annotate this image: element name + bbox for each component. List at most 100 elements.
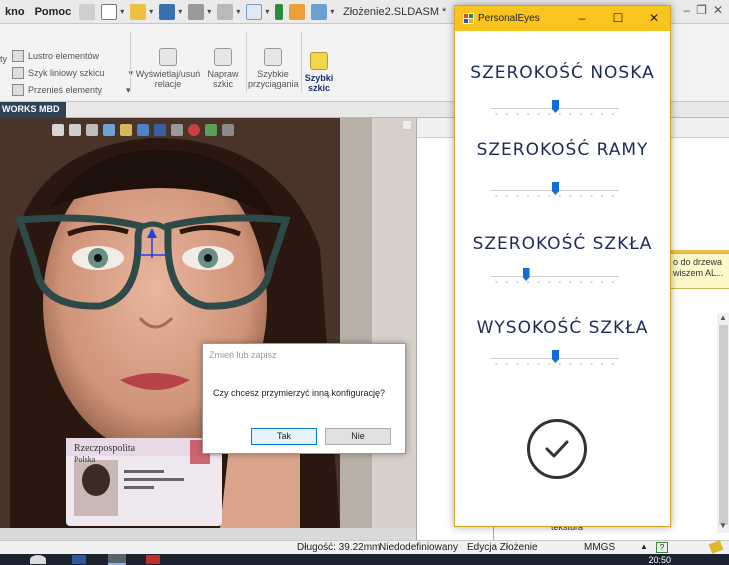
rapid-sketch-icon	[310, 52, 328, 70]
os-taskbar: 20:50	[0, 554, 729, 565]
view-orientation-icon[interactable]	[137, 124, 149, 136]
lens-height-slider[interactable]	[491, 350, 619, 368]
options-icon[interactable]	[311, 3, 328, 20]
status-bar: Długość: 39.22mm Niedodefiniowany Edycja…	[0, 540, 729, 554]
confirm-button[interactable]	[527, 419, 587, 479]
frame-width-slider[interactable]	[491, 182, 619, 200]
browser-icon[interactable]	[30, 555, 46, 564]
help-icon[interactable]: ?	[656, 542, 668, 553]
chevron-down-icon[interactable]: ▾	[120, 7, 124, 16]
viewport-expand-icon[interactable]	[402, 120, 412, 130]
yes-button[interactable]: Tak	[251, 428, 317, 445]
window-title: PersonalEyes	[478, 13, 540, 24]
close-icon[interactable]: ✕	[639, 9, 669, 27]
undo-icon[interactable]	[217, 3, 234, 20]
traffic-light-icon[interactable]	[275, 3, 284, 20]
quick-snaps-button[interactable]: Szybkie przyciągania	[248, 48, 299, 89]
ribbon-side-label: ty	[0, 54, 8, 64]
slider-ticks	[491, 362, 619, 366]
hide-show-icon[interactable]	[171, 124, 183, 136]
chevron-down-icon[interactable]: ▾	[207, 7, 211, 16]
chevron-up-icon[interactable]: ▲	[640, 542, 648, 551]
print-icon[interactable]	[188, 3, 205, 20]
lens-height-label: WYSOKOŚĆ SZKŁA	[476, 318, 649, 338]
heads-up-toolbar	[52, 124, 234, 136]
chevron-down-icon[interactable]: ▾	[178, 7, 182, 16]
close-icon[interactable]: ✕	[713, 3, 723, 17]
no-button[interactable]: Nie	[325, 428, 391, 445]
chevron-down-icon[interactable]: ▾	[149, 7, 153, 16]
display-relations-button[interactable]: Wyświetlaj/usuń relacje	[134, 48, 202, 89]
status-definition-state: Niedodefiniowany	[379, 542, 458, 553]
view-settings-icon[interactable]	[222, 124, 234, 136]
bridge-width-slider[interactable]	[491, 100, 619, 118]
ribbon-divider	[246, 32, 247, 92]
minimize-icon[interactable]: –	[567, 9, 597, 27]
ribbon-divider	[130, 32, 131, 92]
scroll-up-icon[interactable]: ▲	[719, 313, 727, 322]
scene-icon[interactable]	[205, 124, 217, 136]
restore-icon[interactable]: ❐	[696, 3, 707, 17]
menu-item-help[interactable]: Pomoc	[30, 6, 77, 18]
explorer-icon[interactable]	[72, 555, 86, 564]
chevron-down-icon[interactable]: ▾	[330, 7, 334, 16]
zoom-area-icon[interactable]	[69, 124, 81, 136]
pin-icon[interactable]	[79, 3, 96, 20]
status-edit-mode: Edycja Złożenie	[467, 542, 538, 553]
move-entities-icon	[12, 84, 24, 96]
maximize-icon[interactable]: ☐	[603, 9, 633, 27]
button-label: Napraw szkic	[207, 69, 239, 89]
zoom-to-fit-icon[interactable]	[52, 124, 64, 136]
menu-item-window[interactable]: kno	[0, 6, 30, 18]
status-units[interactable]: MMGS	[584, 542, 615, 553]
appearance-icon[interactable]	[188, 124, 200, 136]
chevron-down-icon[interactable]: ▾	[236, 7, 240, 16]
file-properties-icon[interactable]	[289, 3, 306, 20]
check-icon	[545, 440, 569, 458]
quick-snaps-icon	[264, 48, 282, 66]
ribbon-linear-pattern[interactable]: Szyk liniowy szkicu ▾	[12, 67, 133, 79]
document-title: Złożenie2.SLDASM *	[343, 6, 447, 18]
personaleyes-window: PersonalEyes – ☐ ✕ SZEROKOŚĆ NOSKA SZERO…	[454, 5, 671, 527]
new-document-icon[interactable]	[101, 3, 118, 20]
app-window-controls: – ❐ ✕	[683, 3, 723, 17]
status-length: Długość: 39.22mm	[297, 542, 381, 553]
dynamic-annotation-icon[interactable]	[120, 124, 132, 136]
button-label: Wyświetlaj/usuń relacje	[135, 69, 201, 89]
select-cursor-icon[interactable]	[246, 3, 263, 20]
rapid-sketch-button[interactable]: Szybki szkic	[304, 52, 334, 93]
save-icon[interactable]	[159, 3, 176, 20]
slider-ticks	[491, 194, 619, 198]
repair-sketch-button[interactable]: Napraw szkic	[204, 48, 242, 89]
open-folder-icon[interactable]	[130, 3, 147, 20]
scrollbar-thumb[interactable]	[719, 325, 728, 525]
button-label: Szybkie przyciągania	[248, 69, 299, 89]
previous-view-icon[interactable]	[86, 124, 98, 136]
lens-width-slider[interactable]	[491, 268, 619, 286]
ribbon-row-label: Szyk liniowy szkicu	[28, 68, 105, 78]
tab-mbd[interactable]: WORKS MBD	[0, 102, 66, 118]
personaleyes-titlebar[interactable]: PersonalEyes – ☐ ✕	[455, 6, 670, 31]
face-photo: Rzeczpospolita Polska	[0, 118, 416, 528]
slider-track	[491, 276, 619, 277]
tag-icon[interactable]	[708, 540, 724, 554]
slider-ticks	[491, 280, 619, 284]
graphics-viewport[interactable]: Rzeczpospolita Polska	[0, 118, 416, 528]
ribbon-divider	[301, 32, 302, 92]
taskbar-app-icon[interactable]	[108, 554, 126, 565]
minimize-icon[interactable]: –	[683, 3, 690, 17]
app-icon	[463, 13, 474, 24]
dialog-title: Zmień lub zapisz	[209, 350, 277, 360]
frame-width-label: SZEROKOŚĆ RAMY	[476, 140, 649, 160]
linear-pattern-icon	[12, 67, 24, 79]
solidworks-icon[interactable]	[146, 555, 160, 564]
ribbon-row-label: Przenieś elementy	[28, 85, 103, 95]
section-view-icon[interactable]	[103, 124, 115, 136]
ribbon-mirror-entities[interactable]: Lustro elementów	[12, 50, 99, 62]
task-pane-scrollbar[interactable]: ▲ ▼	[717, 313, 729, 533]
display-style-icon[interactable]	[154, 124, 166, 136]
chevron-down-icon[interactable]: ▾	[265, 7, 269, 16]
scroll-down-icon[interactable]: ▼	[719, 521, 727, 530]
ribbon-move-entities[interactable]: Przenieś elementy ▾	[12, 84, 131, 96]
repair-sketch-icon	[214, 48, 232, 66]
